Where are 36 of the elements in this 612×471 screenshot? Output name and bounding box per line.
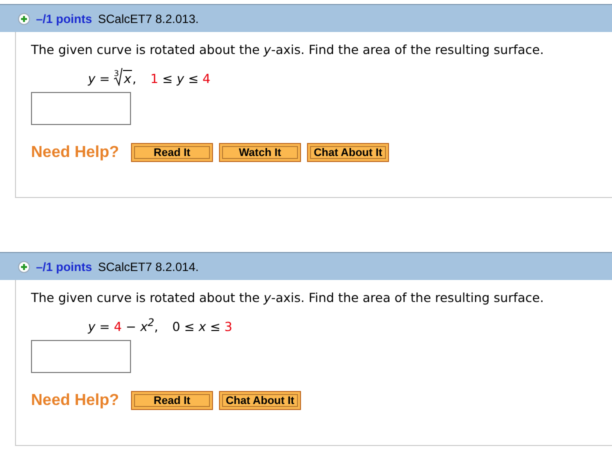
math-text: ,	[132, 71, 136, 86]
need-help-label: Need Help?	[31, 392, 120, 410]
question-code: SCalcET7 8.2.013.	[98, 12, 199, 26]
math-text: ,	[154, 319, 158, 334]
plus-icon[interactable]	[18, 260, 30, 272]
math-variable: y	[176, 71, 184, 86]
math-number: 4	[202, 71, 210, 86]
cube-root: $^{3}$ x	[114, 68, 132, 86]
math-variable: y	[88, 319, 96, 334]
points-label: –/1 points	[36, 12, 92, 26]
plus-icon[interactable]	[18, 12, 30, 24]
math-text: =	[98, 71, 111, 86]
math-number: 1	[150, 71, 158, 86]
math-text: ≤	[187, 71, 200, 86]
help-button[interactable]: Chat About It	[307, 143, 390, 162]
question-code: SCalcET7 8.2.014.	[98, 260, 199, 274]
math-text: ≤	[208, 319, 222, 334]
points-label: –/1 points	[36, 260, 92, 274]
math-variable: x$^{2}$	[140, 316, 154, 334]
help-button[interactable]: Read It	[131, 391, 214, 410]
need-help-label: Need Help?	[31, 144, 120, 162]
math-text: 0 ≤	[172, 319, 196, 334]
help-button[interactable]: Chat About It	[219, 391, 302, 410]
math-number: 3	[224, 319, 232, 334]
math-text: ≤	[161, 71, 174, 86]
math-number: 4	[114, 319, 122, 334]
math-text: =	[98, 319, 111, 334]
answer-field[interactable]	[31, 340, 131, 373]
question-text: The given curve is rotated about the y-axis. Find the area of the resulting surface.	[31, 41, 545, 58]
math-variable: y	[88, 71, 96, 86]
help-button[interactable]: Read It	[131, 143, 214, 162]
math-text: −	[124, 319, 138, 334]
question-text: The given curve is rotated about the y-axis. Find the area of the resulting surface.	[31, 289, 545, 306]
math-variable: x	[198, 319, 206, 334]
help-button[interactable]: Watch It	[219, 143, 302, 162]
answer-field[interactable]	[31, 92, 131, 125]
